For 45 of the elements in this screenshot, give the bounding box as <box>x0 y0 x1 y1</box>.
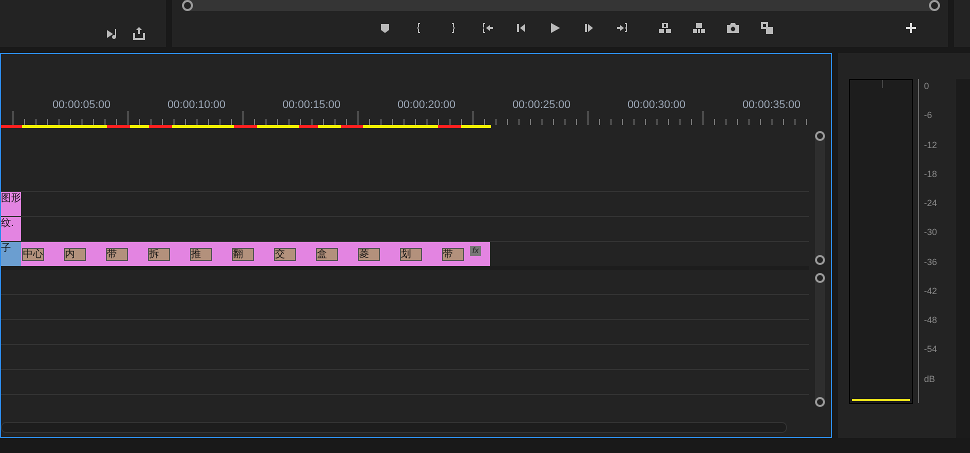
time-ruler-label: 00:00:25:00 <box>511 99 572 111</box>
meter-scale-label: -18 <box>923 168 938 181</box>
meter-scale-label: -48 <box>923 315 938 328</box>
meter-scale-label: 0 <box>923 81 930 93</box>
fx-badge: fx <box>470 246 481 256</box>
meter-unit-label: dB <box>923 374 936 386</box>
transition-marker[interactable]: 推 <box>190 248 212 261</box>
meter-scale-label: -6 <box>923 110 934 122</box>
play-icon <box>548 21 562 35</box>
meter-scale-label: -36 <box>923 256 938 269</box>
vertical-scrollbar[interactable] <box>815 131 825 265</box>
step-back-icon <box>514 21 528 35</box>
film-frames-icon <box>760 21 774 35</box>
transition-marker[interactable]: 划 <box>400 248 422 261</box>
transition-marker[interactable]: 拆 <box>148 248 170 261</box>
time-ruler-label: 00:00:10:00 <box>166 99 227 111</box>
meter-scale-label: -42 <box>923 286 938 298</box>
camera-icon <box>726 21 740 35</box>
time-ruler-label: 00:00:30:00 <box>626 99 687 111</box>
meter-scale-label: -54 <box>923 344 938 356</box>
time-ruler-label: 00:00:05:00 <box>51 99 112 111</box>
go-to-in-icon <box>480 21 494 35</box>
meter-scale-label: -24 <box>923 198 938 210</box>
time-ruler-label: 00:00:15:00 <box>281 99 342 111</box>
marker-icon <box>378 21 392 35</box>
transition-marker[interactable]: 翻 <box>232 248 254 261</box>
transition-marker[interactable]: 菱 <box>358 248 380 261</box>
transition-marker[interactable]: 带 <box>442 248 464 261</box>
meter-scale-label: -30 <box>923 227 938 240</box>
time-ruler-label: 00:00:20:00 <box>396 99 457 111</box>
go-to-out-icon <box>616 21 630 35</box>
meter-scale-label: -12 <box>923 140 938 152</box>
lift-icon <box>658 21 672 35</box>
video-clip[interactable]: 纹. <box>1 217 21 241</box>
horizontal-scrollbar[interactable] <box>1 422 787 433</box>
video-clip[interactable]: 子 <box>1 242 21 266</box>
time-ruler-label: 00:00:35:00 <box>741 99 802 111</box>
transition-marker[interactable]: 盒 <box>316 248 338 261</box>
add-icon <box>904 21 918 35</box>
export-icon <box>132 27 146 41</box>
vertical-scrollbar[interactable] <box>815 273 825 407</box>
transition-marker[interactable]: 带 <box>106 248 128 261</box>
extract-icon <box>692 21 706 35</box>
video-clip[interactable]: 图形 <box>1 192 21 216</box>
transition-marker[interactable]: 内 <box>64 248 86 261</box>
